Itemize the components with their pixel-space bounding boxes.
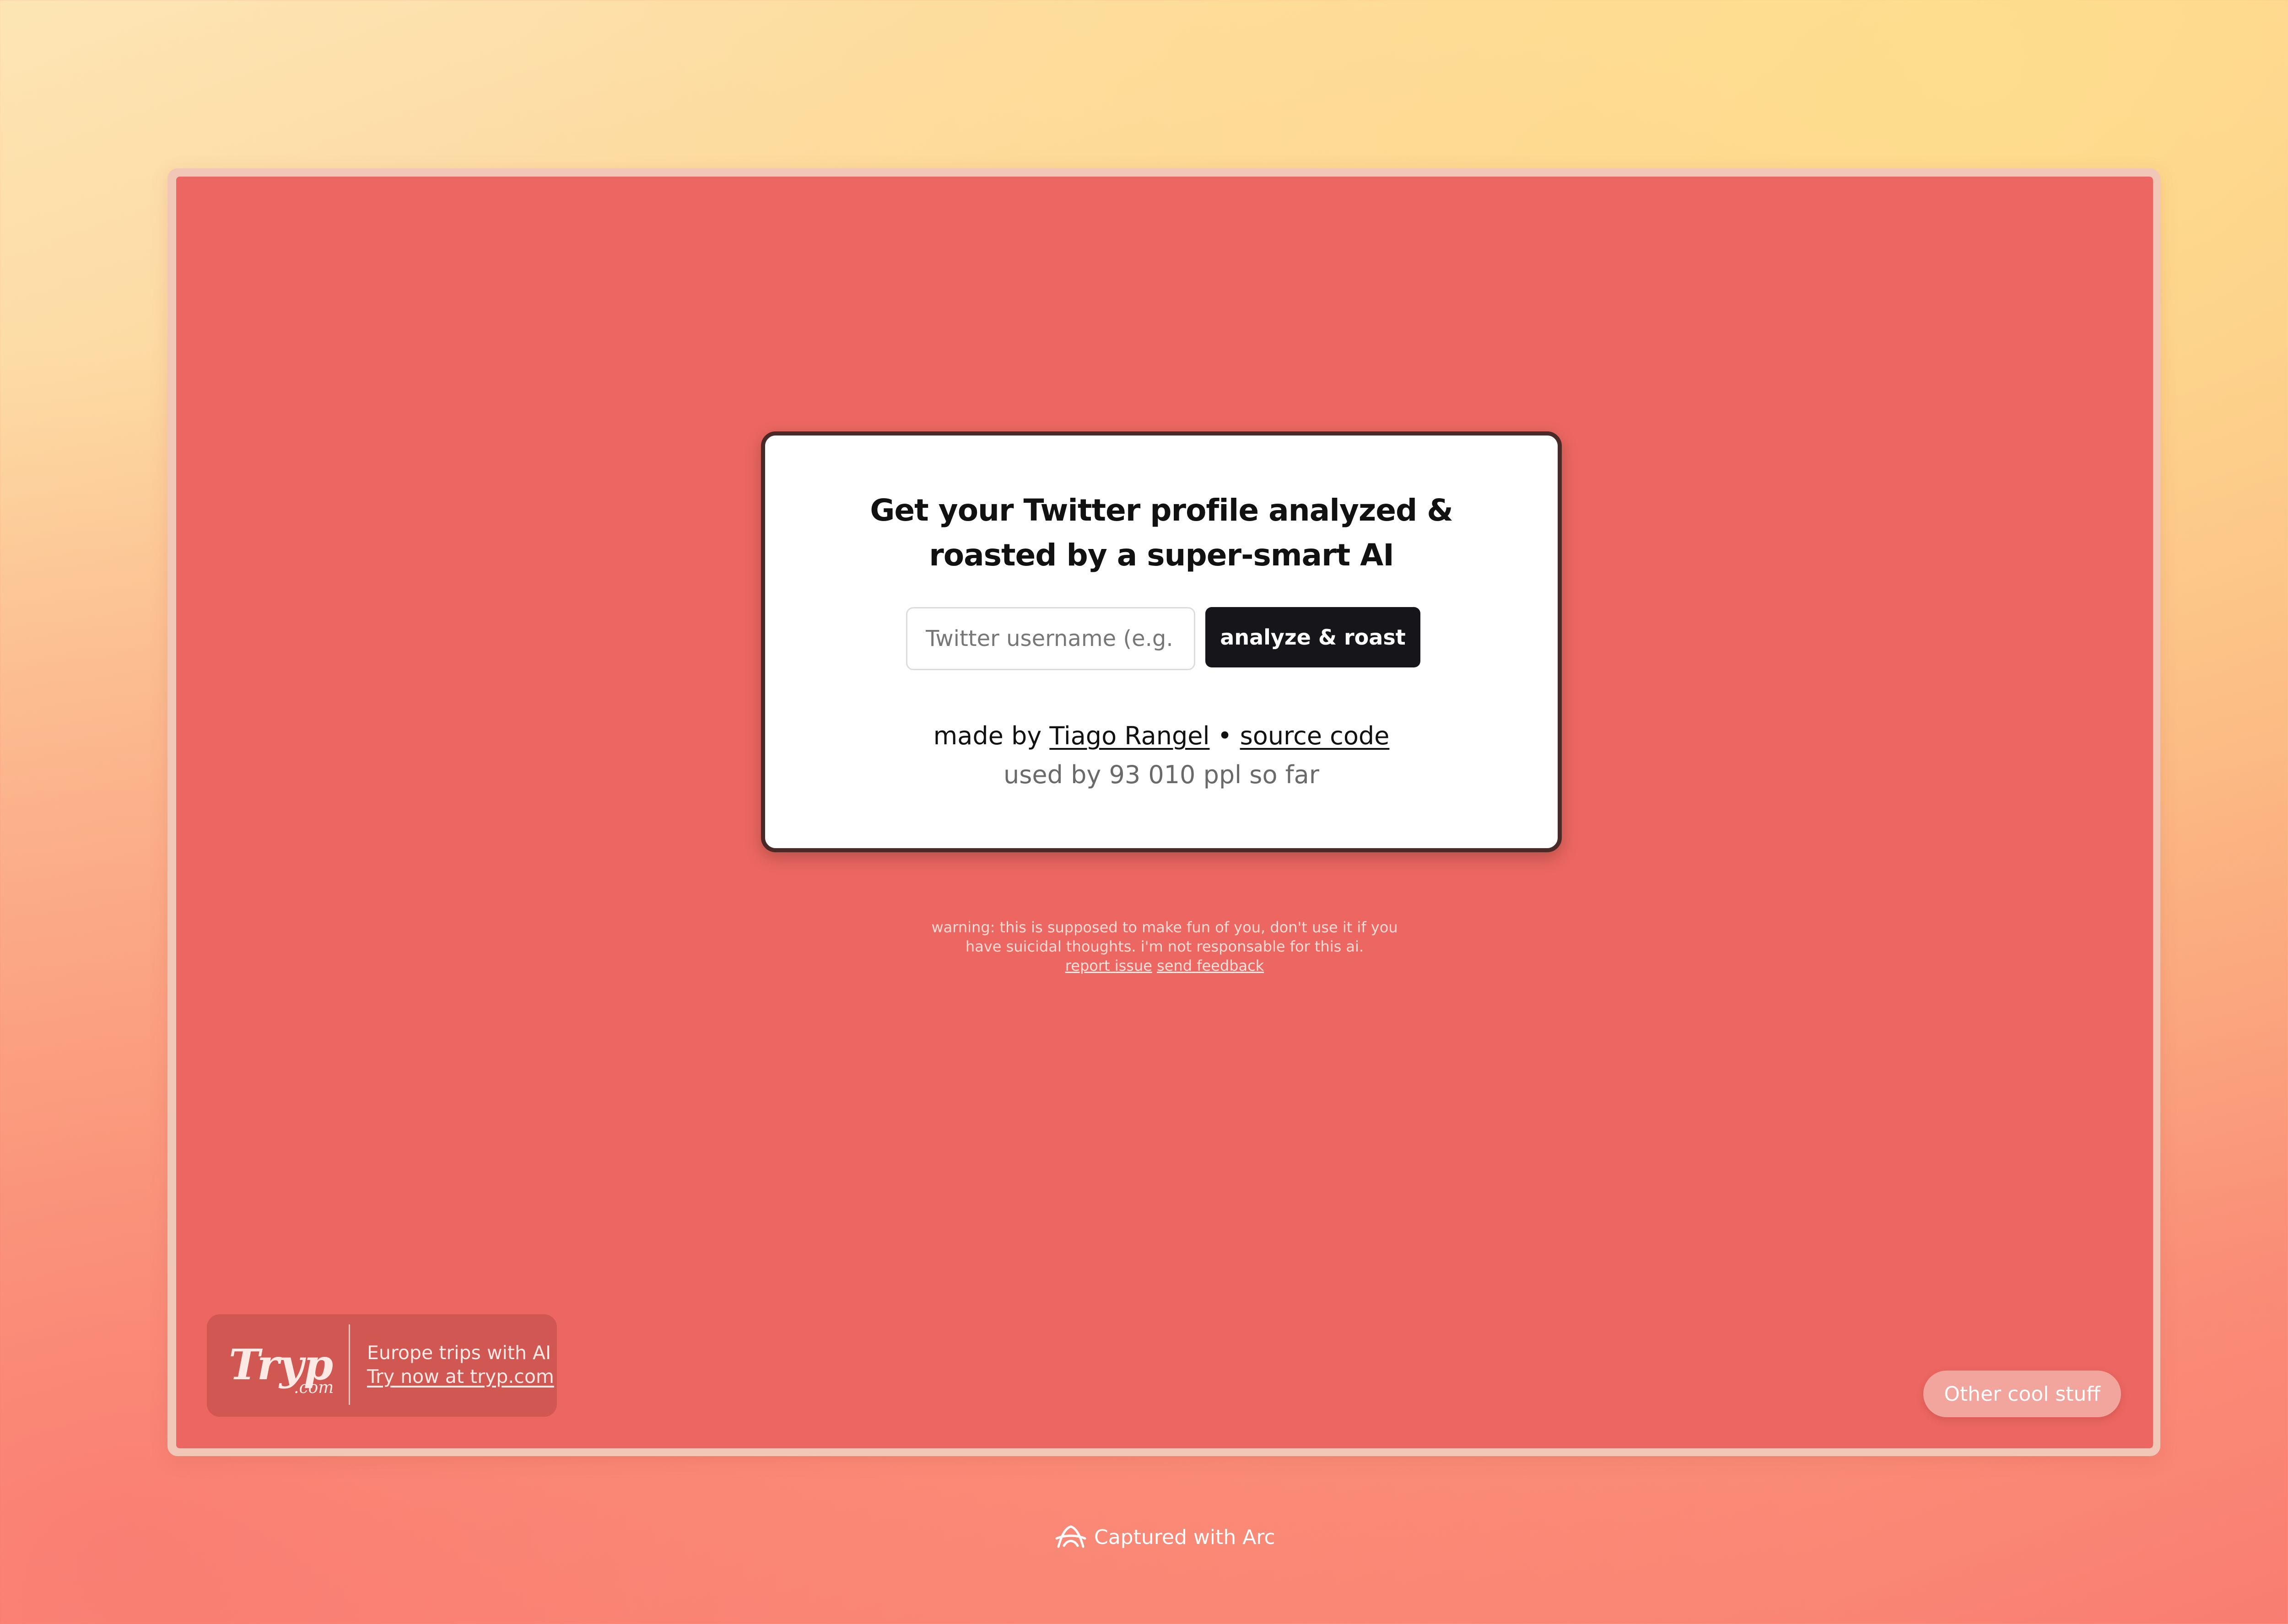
title-line-2: roasted by a super-smart AI [929,538,1394,573]
warning-line-1: warning: this is supposed to make fun of… [931,919,1398,936]
usage-count: used by 93 010 ppl so far [1004,760,1319,789]
send-feedback-link[interactable]: send feedback [1157,957,1264,974]
title-line-1: Get your Twitter profile analyzed & [870,493,1453,528]
tryp-logo-suffix: .com [294,1378,334,1397]
separator: • [1217,721,1232,750]
page-title: Get your Twitter profile analyzed & roas… [765,488,1558,578]
tryp-cta-link[interactable]: Try now at tryp.com [367,1366,554,1387]
twitter-username-input[interactable] [906,607,1195,670]
made-by-label: made by [933,721,1042,750]
source-code-link[interactable]: source code [1240,721,1390,750]
warning-line-2: have suicidal thoughts. i'm not responsa… [965,938,1364,955]
report-issue-link[interactable]: report issue [1065,957,1152,974]
arc-capture-label: Captured with Arc [1055,1521,1275,1553]
tryp-ad-banner[interactable]: Tryp .com Europe trips with AI Try now a… [207,1314,557,1417]
roast-card: Get your Twitter profile analyzed & roas… [761,431,1562,852]
arc-icon [1055,1525,1086,1548]
analyze-roast-button[interactable]: analyze & roast [1205,607,1420,667]
warning-notice: warning: this is supposed to make fun of… [890,918,1439,975]
capture-text: Captured with Arc [1094,1525,1275,1549]
credits-line: made by Tiago Rangel • source code [765,721,1558,750]
browser-viewport: Get your Twitter profile analyzed & roas… [176,177,2153,1448]
tryp-tagline: Europe trips with AI [367,1342,551,1364]
other-cool-stuff-button[interactable]: Other cool stuff [1923,1371,2121,1417]
tryp-divider [349,1324,350,1405]
author-link[interactable]: Tiago Rangel [1049,721,1209,750]
tryp-logo: Tryp .com [229,1340,334,1397]
